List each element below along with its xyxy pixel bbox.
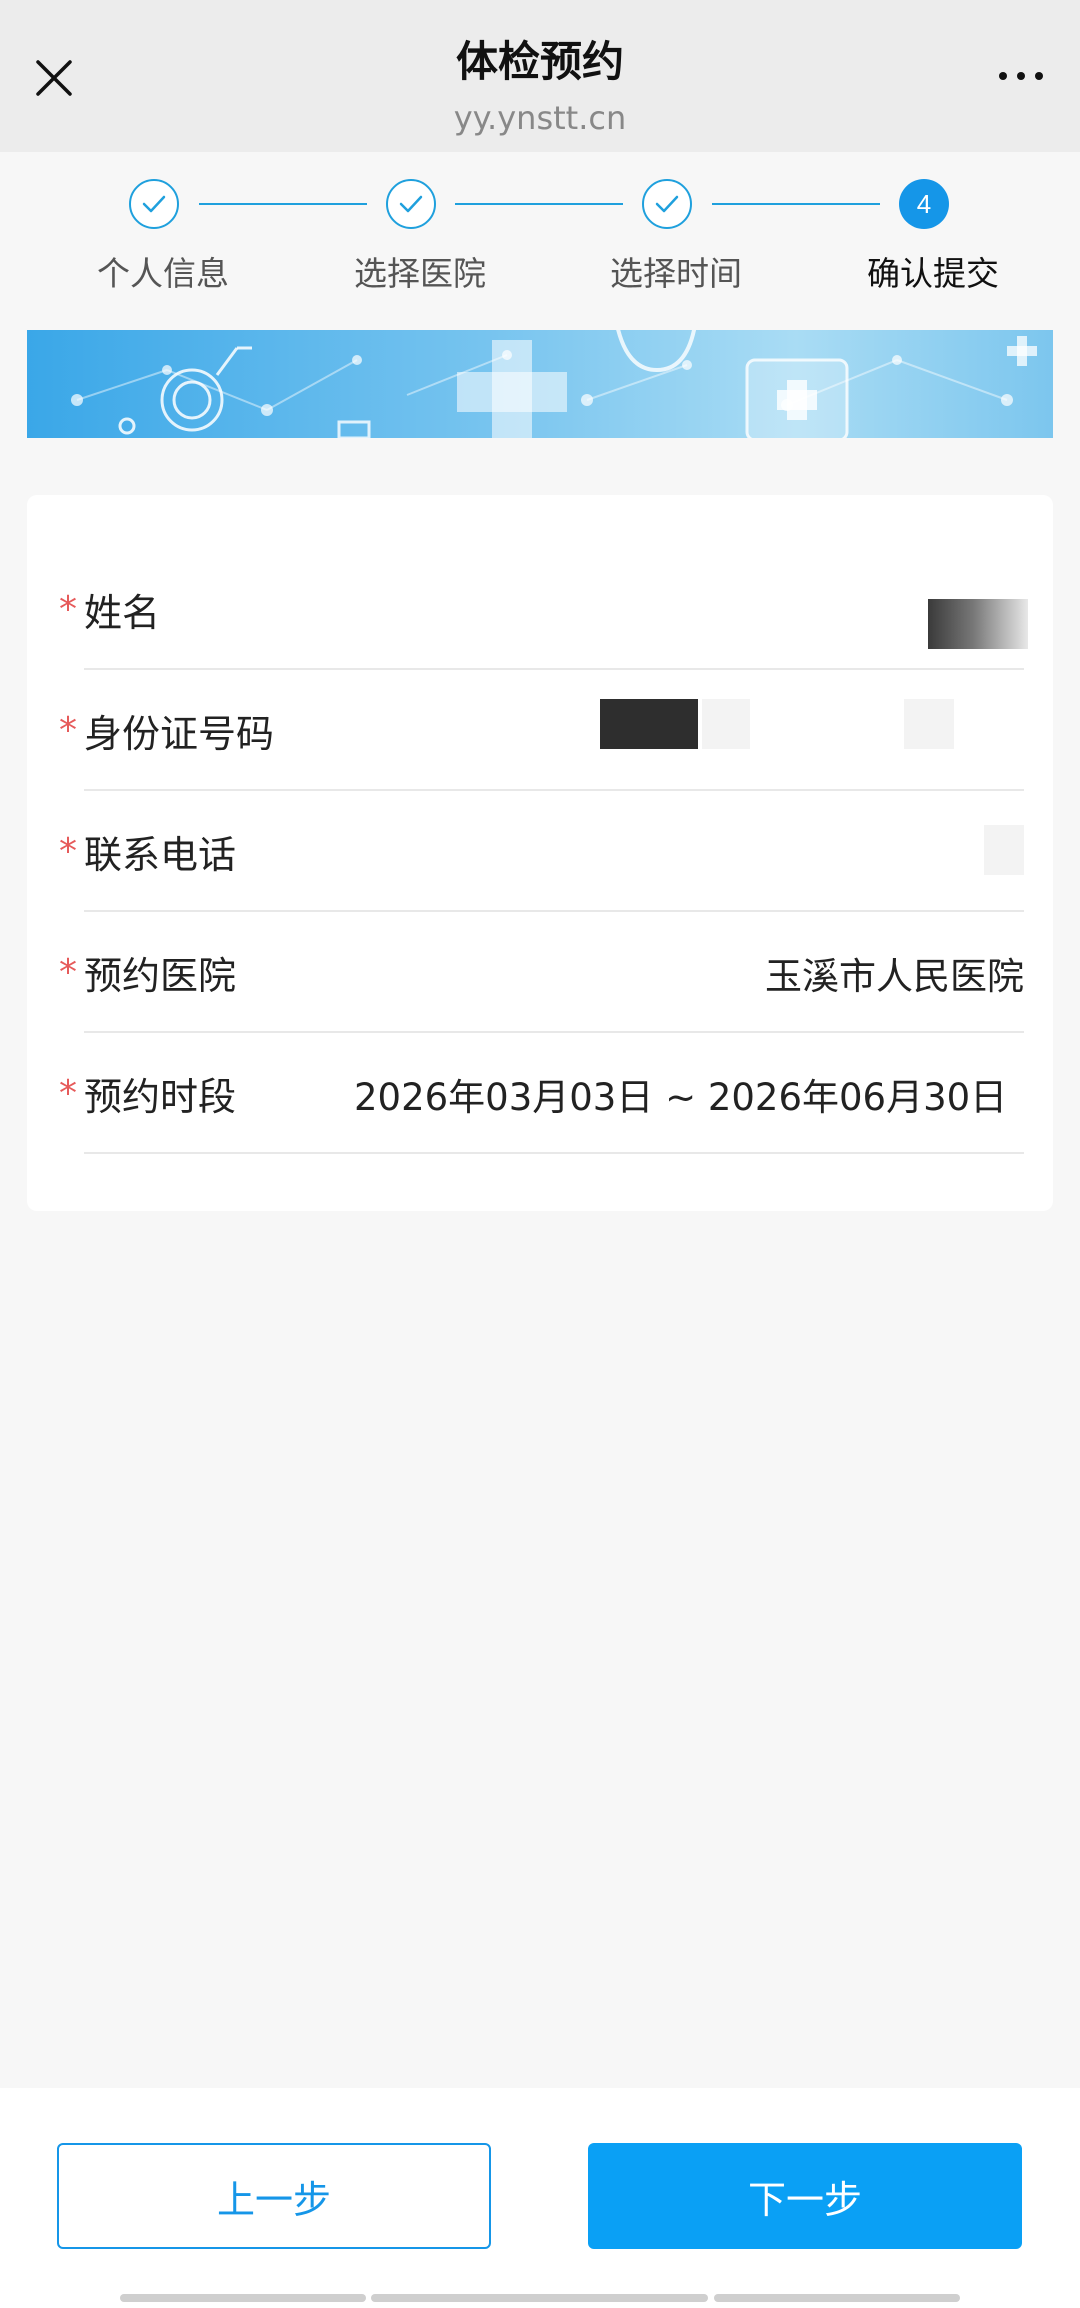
redacted-name (928, 599, 1028, 649)
progress-stepper: 4 个人信息 选择医院 选择时间 确认提交 (0, 152, 1080, 322)
redacted-id-number (600, 699, 698, 749)
step-4-number: 4 (899, 179, 949, 229)
field-value-time-slot: 2026年03月03日 ~ 2026年06月30日 (354, 1075, 1008, 1119)
banner-illustration (71, 330, 1037, 438)
more-button[interactable] (984, 52, 1058, 100)
redacted-phone (984, 825, 1024, 875)
field-label-hospital: * 预约医院 (59, 952, 237, 998)
field-row-time-slot: * 预约时段 2026年03月03日 ~ 2026年06月30日 (59, 1033, 1024, 1154)
field-label-phone: * 联系电话 (59, 831, 237, 877)
field-row-name: * 姓名 (59, 549, 1028, 670)
step-connector (455, 203, 623, 205)
home-indicator (120, 2294, 366, 2302)
step-label-select-hospital: 选择医院 (354, 254, 486, 293)
field-label-name: * 姓名 (59, 589, 161, 635)
required-mark: * (59, 589, 77, 630)
field-label-time-slot: * 预约时段 (59, 1073, 237, 1119)
step-connector (199, 203, 367, 205)
step-label-confirm-submit: 确认提交 (867, 254, 999, 293)
step-2-check-icon (386, 179, 436, 229)
field-row-hospital: * 预约医院 玉溪市人民医院 (59, 912, 1024, 1033)
next-step-button[interactable]: 下一步 (588, 2143, 1022, 2249)
step-3-check-icon (642, 179, 692, 229)
field-row-phone: * 联系电话 (59, 791, 1024, 912)
field-row-id-number: * 身份证号码 (59, 670, 1024, 791)
step-label-personal-info: 个人信息 (97, 254, 229, 293)
medical-banner-image (27, 330, 1053, 438)
more-icon (999, 72, 1007, 80)
page-title: 体检预约 (455, 37, 624, 86)
top-bar: 体检预约 yy.ynstt.cn (0, 0, 1080, 152)
step-1-check-icon (129, 179, 179, 229)
page-domain: yy.ynstt.cn (453, 99, 627, 137)
field-value-hospital: 玉溪市人民医院 (765, 954, 1024, 998)
step-label-select-time: 选择时间 (610, 254, 742, 293)
previous-step-button[interactable]: 上一步 (57, 2143, 491, 2249)
step-connector (712, 203, 880, 205)
confirmation-form: * 姓名 * 身份证号码 * 联系电话 * 预约医院 玉溪市人民医院 * 预约时… (27, 495, 1053, 1211)
bottom-action-bar: 上一步 下一步 (0, 2088, 1080, 2308)
field-label-id-number: * 身份证号码 (59, 710, 275, 756)
